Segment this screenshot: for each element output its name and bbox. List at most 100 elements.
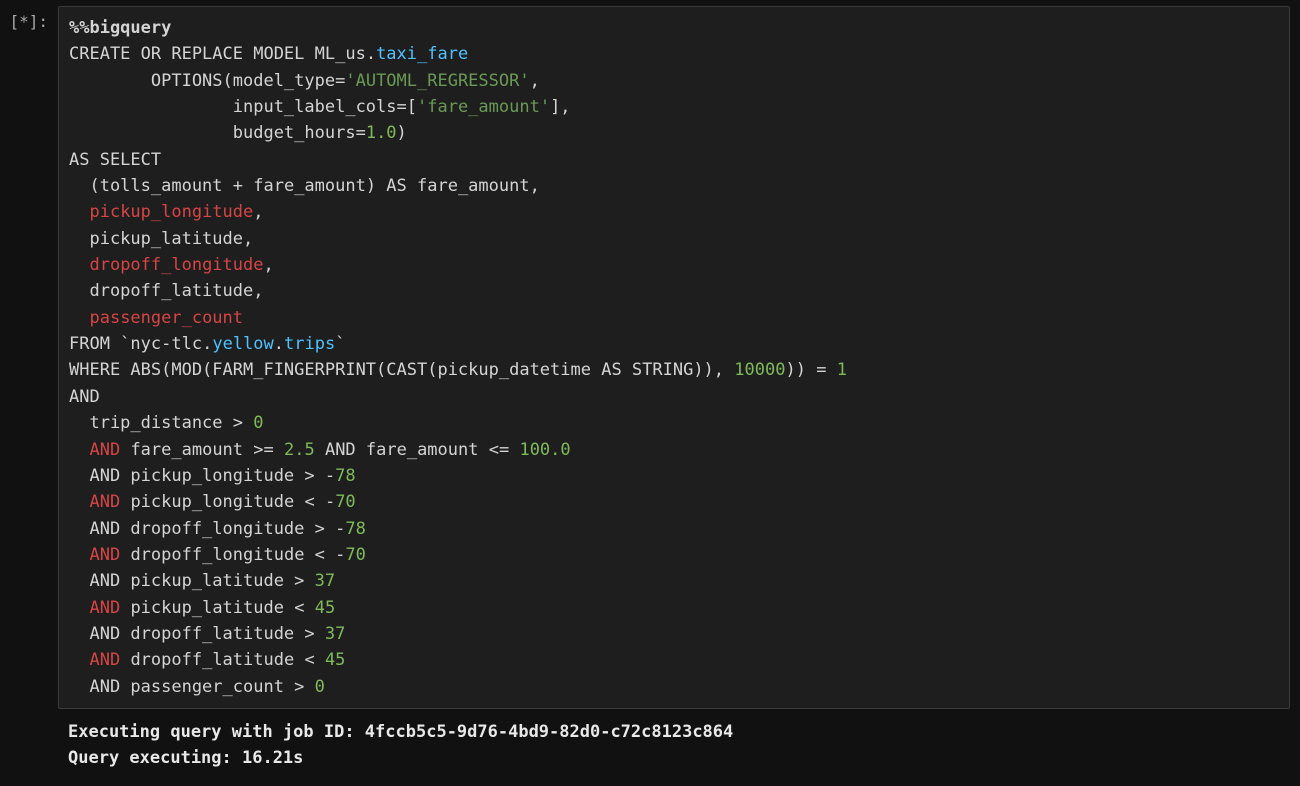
code-token: > (294, 677, 304, 697)
code-token: AND (89, 440, 120, 460)
code-token: AND (89, 598, 120, 618)
code-token: FROM `nyc (69, 334, 161, 354)
code-token: > (315, 519, 325, 539)
code-token: (tolls_amount (69, 176, 233, 196)
code-token: dropoff_longitude (120, 545, 314, 565)
code-token (315, 466, 325, 486)
code-token (315, 650, 325, 670)
code-token: )) (785, 360, 816, 380)
code-token: 1 (837, 360, 847, 380)
code-token (826, 360, 836, 380)
code-token: ], (550, 97, 570, 117)
code-token: = (356, 123, 366, 143)
code-token: fare_amount (120, 440, 253, 460)
code-token: passenger_count (89, 308, 243, 328)
input-prompt: [*]: (0, 6, 58, 31)
code-token (325, 519, 335, 539)
code-token: - (335, 519, 345, 539)
code-token: 2.5 (284, 440, 315, 460)
code-token: 0 (253, 413, 263, 433)
code-token: 37 (325, 624, 345, 644)
code-token (243, 413, 253, 433)
code-token (69, 492, 89, 512)
code-token: dropoff_latitude (120, 650, 304, 670)
code-token: 0 (315, 677, 325, 697)
code-input-area[interactable]: %%bigquery CREATE OR REPLACE MODEL ML_us… (58, 6, 1290, 709)
code-token: AND pickup_latitude (69, 571, 294, 591)
code-token: - (325, 466, 335, 486)
output-row: Executing query with job ID: 4fccb5c5-9d… (0, 709, 1300, 782)
code-token: 78 (345, 519, 365, 539)
code-token: >= (253, 440, 273, 460)
code-token: AND pickup_longitude (69, 466, 304, 486)
code-token: yellow (212, 334, 273, 354)
output-line-1: Executing query with job ID: 4fccb5c5-9d… (68, 722, 733, 742)
code-token: = (335, 71, 345, 91)
code-token: < (315, 545, 325, 565)
code-token (69, 545, 89, 565)
code-token: AS SELECT (69, 150, 161, 170)
code-token: = (816, 360, 826, 380)
code-token: pickup_longitude (120, 492, 304, 512)
code-token: > (294, 571, 304, 591)
code-token (274, 440, 284, 460)
code-token: AND dropoff_latitude (69, 624, 304, 644)
code-token (69, 308, 89, 328)
code-token: < (304, 650, 314, 670)
code-token (315, 492, 325, 512)
code-token: 'AUTOML_REGRESSOR' (345, 71, 529, 91)
code-token: dropoff_longitude (89, 255, 263, 275)
code-token: <= (489, 440, 509, 460)
code-token: > (304, 466, 314, 486)
code-token (69, 650, 89, 670)
code-token (304, 571, 314, 591)
code-token: WHERE ABS(MOD(FARM_FINGERPRINT(CAST(pick… (69, 360, 734, 380)
code-token (69, 202, 89, 222)
code-token: AND fare_amount (315, 440, 489, 460)
output-line-2: Query executing: 16.21s (68, 748, 303, 768)
code-token: fare_amount) AS fare_amount, (243, 176, 540, 196)
code-token: 45 (315, 598, 335, 618)
code-token: - (325, 492, 335, 512)
code-token: taxi_fare (376, 44, 468, 64)
output-text: Executing query with job ID: 4fccb5c5-9d… (68, 719, 1280, 772)
code-token: . (202, 334, 212, 354)
code-token (315, 624, 325, 644)
code-token: 100.0 (519, 440, 570, 460)
code-token (69, 255, 89, 275)
code-token (325, 545, 335, 565)
code-token: pickup_latitude (120, 598, 294, 618)
code-token: input_label_cols (69, 97, 397, 117)
code-token: AND dropoff_longitude (69, 519, 315, 539)
code-token: 45 (325, 650, 345, 670)
code-token: tlc (171, 334, 202, 354)
code-token: > (304, 624, 314, 644)
code-token: budget_hours (69, 123, 356, 143)
code-token (69, 440, 89, 460)
code-token: AND passenger_count (69, 677, 294, 697)
code-token: AND (89, 650, 120, 670)
code-token: - (161, 334, 171, 354)
code-token: pickup_longitude (89, 202, 253, 222)
code-token: . (366, 44, 376, 64)
code-token: . (274, 334, 284, 354)
code-text[interactable]: %%bigquery CREATE OR REPLACE MODEL ML_us… (69, 15, 1279, 700)
code-token: AND (89, 545, 120, 565)
code-token: + (233, 176, 243, 196)
code-token: AND (89, 492, 120, 512)
code-token: AND (69, 387, 100, 407)
code-token: , (263, 255, 273, 275)
code-token: pickup_latitude, (69, 229, 253, 249)
code-token: ` (335, 334, 345, 354)
code-token (304, 598, 314, 618)
code-token (69, 598, 89, 618)
code-token: , (253, 202, 263, 222)
code-token: < (304, 492, 314, 512)
code-token: %%bigquery (69, 18, 171, 38)
code-token: =[ (397, 97, 417, 117)
code-token: - (335, 545, 345, 565)
code-token: trips (284, 334, 335, 354)
code-token: 70 (345, 545, 365, 565)
code-token (304, 677, 314, 697)
code-token: 'fare_amount' (417, 97, 550, 117)
